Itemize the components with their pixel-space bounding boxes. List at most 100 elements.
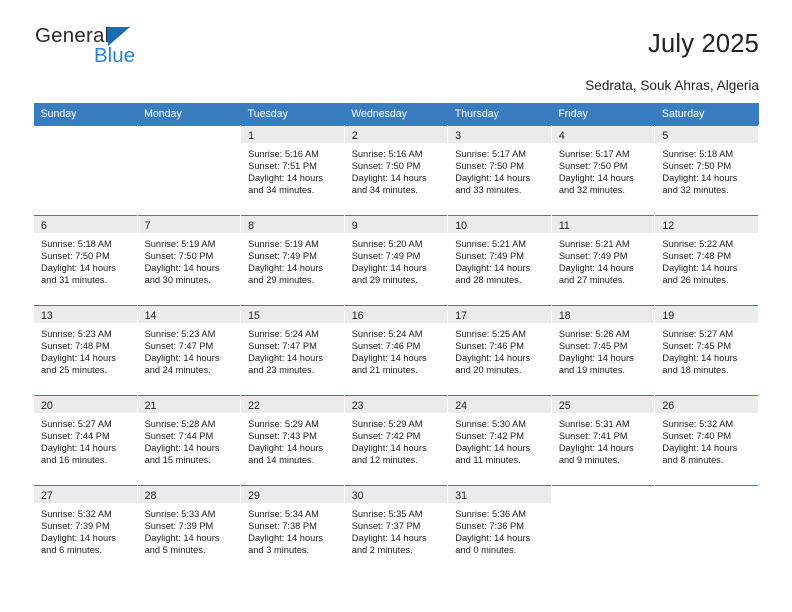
day-number-bar: 5	[655, 126, 758, 143]
calendar-day-cell[interactable]: 24 Sunrise: 5:30 AM Sunset: 7:42 PM Dayligh…	[447, 395, 552, 485]
calendar-day-cell[interactable]: 29 Sunrise: 5:34 AM Sunset: 7:38 PM Dayligh…	[240, 485, 345, 575]
calendar-day-cell[interactable]: 27 Sunrise: 5:32 AM Sunset: 7:39 PM Dayligh…	[33, 485, 138, 575]
day-number: 2	[351, 130, 358, 142]
daylight-text-line2: and 29 minutes.	[248, 275, 315, 286]
calendar-day-cell[interactable]: 7 Sunrise: 5:19 AM Sunset: 7:50 PM Daylight…	[136, 215, 242, 305]
weekday-header-thursday: Thursday	[447, 103, 552, 125]
daylight-text-line2: and 27 minutes.	[558, 275, 625, 286]
calendar-week-row: 6 Sunrise: 5:18 AM Sunset: 7:50 PM Daylight…	[33, 215, 759, 305]
calendar-day-cell[interactable]: 21 Sunrise: 5:28 AM Sunset: 7:44 PM Dayligh…	[136, 395, 242, 485]
day-number-bar: 20	[34, 396, 137, 413]
daylight-text-line2: and 30 minutes.	[144, 275, 211, 286]
daylight-text-line2: and 18 minutes.	[662, 365, 729, 376]
calendar-day-cell[interactable]	[654, 485, 759, 575]
calendar-day-cell[interactable]: 23 Sunrise: 5:29 AM Sunset: 7:42 PM Dayligh…	[343, 395, 449, 485]
page-subtitle: Sedrata, Souk Ahras, Algeria	[585, 78, 759, 93]
day-info: Sunrise: 5:22 AM Sunset: 7:48 PM Daylight:…	[655, 233, 758, 286]
daylight-text-line2: and 3 minutes.	[248, 545, 310, 556]
day-cell-inner: 27 Sunrise: 5:32 AM Sunset: 7:39 PM Dayligh…	[34, 485, 137, 575]
calendar-day-cell[interactable]: 28 Sunrise: 5:33 AM Sunset: 7:39 PM Dayligh…	[136, 485, 242, 575]
sunset-text: Sunset: 7:50 PM	[144, 251, 214, 262]
daylight-text-line2: and 26 minutes.	[662, 275, 729, 286]
calendar-day-cell[interactable]: 11 Sunrise: 5:21 AM Sunset: 7:49 PM Dayligh…	[550, 215, 656, 305]
calendar-day-cell[interactable]: 13 Sunrise: 5:23 AM Sunset: 7:48 PM Dayligh…	[33, 305, 138, 395]
day-info: Sunrise: 5:19 AM Sunset: 7:49 PM Daylight:…	[241, 233, 344, 286]
sunrise-text: Sunrise: 5:18 AM	[41, 239, 112, 249]
daylight-text-line2: and 6 minutes.	[41, 545, 102, 556]
calendar-day-cell[interactable]: 12 Sunrise: 5:22 AM Sunset: 7:48 PM Dayligh…	[654, 215, 759, 305]
day-number: 1	[248, 130, 255, 142]
calendar-day-cell[interactable]: 16 Sunrise: 5:24 AM Sunset: 7:46 PM Dayligh…	[343, 305, 449, 395]
calendar-day-cell[interactable]: 26 Sunrise: 5:32 AM Sunset: 7:40 PM Dayligh…	[654, 395, 759, 485]
sunrise-text: Sunrise: 5:32 AM	[41, 509, 112, 519]
calendar-day-cell[interactable]: 3 Sunrise: 5:17 AM Sunset: 7:50 PM Daylight…	[447, 125, 552, 215]
calendar-day-cell[interactable]: 1 Sunrise: 5:16 AM Sunset: 7:51 PM Daylight…	[240, 125, 345, 215]
calendar-day-cell[interactable]: 8 Sunrise: 5:19 AM Sunset: 7:49 PM Daylight…	[240, 215, 345, 305]
calendar-day-cell[interactable]: 19 Sunrise: 5:27 AM Sunset: 7:45 PM Dayligh…	[654, 305, 759, 395]
calendar-day-cell[interactable]: 30 Sunrise: 5:35 AM Sunset: 7:37 PM Dayligh…	[343, 485, 449, 575]
calendar-day-cell[interactable]: 25 Sunrise: 5:31 AM Sunset: 7:41 PM Dayligh…	[550, 395, 656, 485]
day-number: 6	[41, 220, 47, 232]
day-info: Sunrise: 5:31 AM Sunset: 7:41 PM Daylight:…	[552, 413, 655, 466]
day-number: 3	[455, 130, 462, 142]
calendar-body: 1 Sunrise: 5:16 AM Sunset: 7:51 PM Daylight…	[33, 125, 759, 575]
daylight-text-line1: Daylight: 14 hours	[351, 443, 427, 454]
calendar-day-cell[interactable]: 4 Sunrise: 5:17 AM Sunset: 7:50 PM Daylight…	[550, 125, 656, 215]
sunset-text: Sunset: 7:39 PM	[144, 521, 214, 532]
daylight-text-line2: and 9 minutes.	[558, 455, 620, 466]
weekday-header-friday: Friday	[551, 103, 655, 125]
calendar-day-cell[interactable]: 14 Sunrise: 5:23 AM Sunset: 7:47 PM Dayligh…	[136, 305, 242, 395]
sunset-text: Sunset: 7:50 PM	[558, 161, 628, 172]
calendar-day-cell[interactable]: 6 Sunrise: 5:18 AM Sunset: 7:50 PM Daylight…	[33, 215, 138, 305]
day-number: 23	[351, 400, 364, 412]
day-cell-inner: 10 Sunrise: 5:21 AM Sunset: 7:49 PM Dayligh…	[448, 215, 551, 305]
calendar-week-row: 20 Sunrise: 5:27 AM Sunset: 7:44 PM Dayligh…	[33, 395, 759, 485]
day-number: 19	[662, 310, 675, 322]
day-number: 4	[558, 130, 565, 142]
sunrise-text: Sunrise: 5:29 AM	[351, 419, 423, 429]
daylight-text-line1: Daylight: 14 hours	[144, 443, 220, 454]
sunset-text: Sunset: 7:49 PM	[558, 251, 628, 262]
calendar-day-cell[interactable]: 15 Sunrise: 5:24 AM Sunset: 7:47 PM Dayligh…	[240, 305, 345, 395]
sunset-text: Sunset: 7:48 PM	[662, 251, 732, 262]
calendar-day-cell[interactable]	[550, 485, 656, 575]
weekday-header-tuesday: Tuesday	[240, 103, 345, 125]
day-info: Sunrise: 5:20 AM Sunset: 7:49 PM Daylight:…	[345, 233, 448, 286]
weekday-header-row: Sunday Monday Tuesday Wednesday Thursday…	[33, 103, 759, 125]
sunrise-text: Sunrise: 5:25 AM	[455, 329, 527, 339]
sunset-text: Sunset: 7:50 PM	[662, 161, 732, 172]
sunset-text: Sunset: 7:46 PM	[455, 341, 524, 352]
day-info: Sunrise: 5:32 AM Sunset: 7:39 PM Daylight:…	[34, 503, 137, 556]
day-number-bar: 1	[241, 126, 344, 143]
day-cell-inner: 13 Sunrise: 5:23 AM Sunset: 7:48 PM Dayligh…	[34, 305, 137, 395]
day-number: 29	[248, 490, 260, 502]
sunset-text: Sunset: 7:42 PM	[351, 431, 421, 442]
calendar-day-cell[interactable]: 31 Sunrise: 5:36 AM Sunset: 7:36 PM Dayligh…	[447, 485, 552, 575]
daylight-text-line2: and 32 minutes.	[558, 185, 625, 196]
sunrise-text: Sunrise: 5:29 AM	[248, 419, 319, 429]
daylight-text-line2: and 32 minutes.	[662, 185, 729, 196]
page-header: General Blue July 2025 Sedrata, Souk Ahr…	[33, 0, 759, 93]
sunset-text: Sunset: 7:40 PM	[662, 431, 732, 442]
day-cell-inner: 22 Sunrise: 5:29 AM Sunset: 7:43 PM Dayligh…	[241, 395, 344, 485]
day-cell-inner: 5 Sunrise: 5:18 AM Sunset: 7:50 PM Daylight…	[655, 125, 758, 215]
calendar-day-cell[interactable]: 17 Sunrise: 5:25 AM Sunset: 7:46 PM Dayligh…	[447, 305, 552, 395]
day-cell-inner: 30 Sunrise: 5:35 AM Sunset: 7:37 PM Dayligh…	[344, 485, 448, 575]
daylight-text-line2: and 16 minutes.	[41, 455, 108, 466]
day-number: 24	[455, 400, 468, 412]
calendar-day-cell[interactable]	[136, 125, 242, 215]
calendar-day-cell[interactable]: 5 Sunrise: 5:18 AM Sunset: 7:50 PM Daylight…	[654, 125, 759, 215]
calendar-day-cell[interactable]: 20 Sunrise: 5:27 AM Sunset: 7:44 PM Dayligh…	[33, 395, 138, 485]
calendar-week-row: 1 Sunrise: 5:16 AM Sunset: 7:51 PM Daylight…	[33, 125, 759, 215]
calendar-day-cell[interactable]: 10 Sunrise: 5:21 AM Sunset: 7:49 PM Dayligh…	[447, 215, 552, 305]
calendar-day-cell[interactable]	[33, 125, 138, 215]
daylight-text-line1: Daylight: 14 hours	[41, 533, 116, 544]
calendar-day-cell[interactable]: 2 Sunrise: 5:16 AM Sunset: 7:50 PM Daylight…	[343, 125, 449, 215]
sunset-text: Sunset: 7:41 PM	[558, 431, 628, 442]
calendar-day-cell[interactable]: 18 Sunrise: 5:26 AM Sunset: 7:45 PM Dayligh…	[550, 305, 656, 395]
day-number-bar: 29	[241, 486, 344, 503]
sunset-text: Sunset: 7:47 PM	[248, 341, 317, 352]
day-cell-inner: 4 Sunrise: 5:17 AM Sunset: 7:50 PM Daylight…	[551, 125, 655, 215]
calendar-day-cell[interactable]: 9 Sunrise: 5:20 AM Sunset: 7:49 PM Daylight…	[343, 215, 449, 305]
calendar-day-cell[interactable]: 22 Sunrise: 5:29 AM Sunset: 7:43 PM Dayligh…	[240, 395, 345, 485]
